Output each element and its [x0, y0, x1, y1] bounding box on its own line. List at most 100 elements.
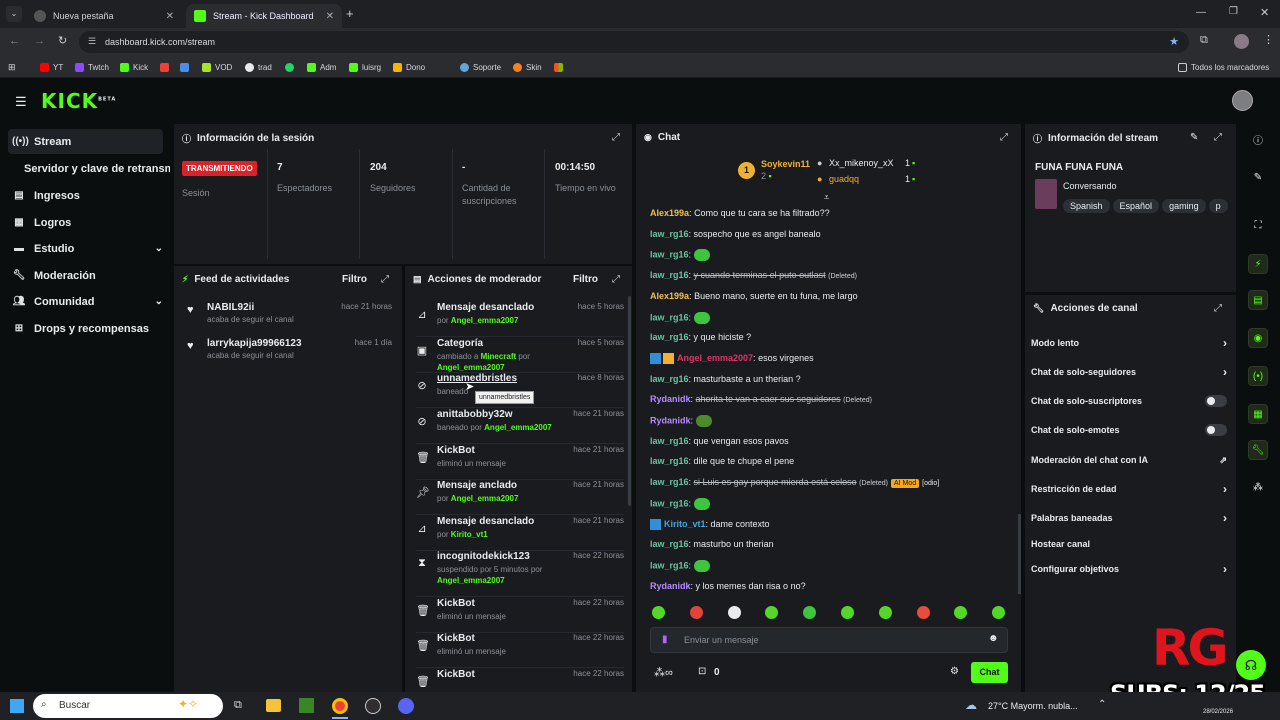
- mod-action-user[interactable]: Angel_emma2007: [437, 576, 505, 585]
- chat-username[interactable]: law_rg16: [650, 312, 689, 322]
- expand-icon[interactable]: ⤢: [1214, 303, 1222, 314]
- apps-icon[interactable]: ⊞: [8, 60, 16, 74]
- sidebar-item-stream[interactable]: ((•)) Stream: [8, 129, 163, 154]
- chat-send-button[interactable]: Chat: [971, 662, 1008, 683]
- task-view-icon[interactable]: ⧉: [234, 699, 242, 712]
- chat-username[interactable]: Kirito_vt1: [664, 519, 706, 529]
- mod-action-user[interactable]: Kirito_vt1: [451, 530, 488, 539]
- chat-username[interactable]: law_rg16: [650, 332, 689, 342]
- mod-action-title[interactable]: KickBot: [437, 445, 475, 456]
- minimize-button[interactable]: —: [1196, 7, 1206, 18]
- expand-icon[interactable]: ⤢: [612, 132, 620, 143]
- edit-icon[interactable]: ✎: [1190, 132, 1198, 143]
- tab-list-icon[interactable]: ⌄: [6, 6, 22, 22]
- broadcast-icon[interactable]: (•): [1248, 366, 1268, 386]
- menu-icon[interactable]: ⋮: [1263, 33, 1274, 46]
- user-avatar[interactable]: [1232, 90, 1253, 111]
- mod-action-title[interactable]: KickBot: [437, 633, 475, 644]
- document-icon[interactable]: ▤: [1248, 290, 1268, 310]
- leader-2[interactable]: ● Xx_mikenoy_xX 1: [817, 158, 917, 168]
- bookmark-whatsapp[interactable]: [285, 60, 298, 74]
- bookmark-luisrg[interactable]: luisrg: [349, 60, 381, 74]
- toggle-switch[interactable]: [1205, 395, 1227, 407]
- bookmark-dono[interactable]: Dono: [393, 60, 425, 74]
- bookmark-skin[interactable]: Skin: [513, 60, 542, 74]
- channel-action-item[interactable]: Chat de solo-seguidores ›: [1031, 365, 1227, 379]
- feed-filter-button[interactable]: Filtro: [342, 274, 367, 285]
- bookmark-adm[interactable]: Adm: [307, 60, 336, 74]
- wrench-icon[interactable]: 🔧︎: [1248, 440, 1268, 460]
- mod-action-title[interactable]: unnamedbristles: [437, 373, 517, 384]
- mod-action-title[interactable]: Mensaje desanclado: [437, 302, 534, 313]
- chat-username[interactable]: Alex199a: [650, 208, 689, 218]
- forward-icon[interactable]: →: [34, 35, 45, 47]
- channel-action-item[interactable]: Palabras baneadas ›: [1031, 511, 1227, 525]
- chat-username[interactable]: law_rg16: [650, 436, 689, 446]
- chat-username[interactable]: law_rg16: [650, 539, 689, 549]
- quick-emote-icon[interactable]: [727, 606, 741, 619]
- windows-start-icon[interactable]: [10, 699, 24, 713]
- channel-action-item[interactable]: Hostear canal: [1031, 539, 1227, 549]
- feed-user[interactable]: larrykapija99966123: [207, 338, 302, 349]
- chat-settings-icon[interactable]: ⚙: [950, 666, 959, 677]
- infinity-icon[interactable]: ⁂∞: [654, 666, 673, 679]
- bookmark-square[interactable]: [180, 60, 193, 74]
- minecraft-icon[interactable]: [299, 698, 314, 713]
- quick-emote-icon[interactable]: [841, 606, 854, 619]
- scrollbar[interactable]: [628, 296, 631, 506]
- tray-chevron-icon[interactable]: ⌃: [1098, 699, 1106, 710]
- sidebar-item-comunidad[interactable]: 👥︎ Comunidad ⌄: [8, 289, 163, 314]
- bolt-icon[interactable]: ⚡︎: [1248, 254, 1268, 274]
- chat-username[interactable]: Rydanidk: [650, 394, 691, 404]
- taskbar-search[interactable]: ⌕ Buscar ✦✧: [33, 694, 223, 718]
- chat-username[interactable]: Alex199a: [650, 291, 689, 301]
- collapse-leaders-icon[interactable]: ⩡: [824, 192, 829, 203]
- chat-username[interactable]: law_rg16: [650, 498, 689, 508]
- discord-icon[interactable]: [398, 698, 414, 714]
- mod-action-title[interactable]: incognitodekick123: [437, 551, 530, 562]
- sidebar-item-estudio[interactable]: ▬ Estudio ⌄: [8, 236, 163, 261]
- expand-icon[interactable]: ⤢: [381, 274, 389, 285]
- bookmark-windows[interactable]: [554, 60, 567, 74]
- sidebar-item-logros[interactable]: ▦ Logros: [8, 210, 163, 235]
- channel-action-item[interactable]: Restricción de edad ›: [1031, 482, 1227, 496]
- channel-action-item[interactable]: Moderación del chat con IA ⇗: [1031, 455, 1227, 465]
- star-icon[interactable]: ★: [1169, 35, 1179, 48]
- close-icon[interactable]: ✕: [166, 11, 174, 22]
- mod-action-title[interactable]: anittabobby32w: [437, 409, 513, 420]
- mod-action-user[interactable]: Angel_emma2007: [484, 423, 552, 432]
- mod-action-title[interactable]: Mensaje anclado: [437, 480, 517, 491]
- mod-action-user[interactable]: Angel_emma2007: [437, 363, 505, 372]
- expand-icon[interactable]: ⤢: [1000, 132, 1008, 143]
- leader-3[interactable]: ● guadqq 1: [817, 174, 917, 184]
- bookmark-kick[interactable]: Kick: [120, 60, 148, 74]
- bookmark-trad[interactable]: trad: [245, 60, 272, 74]
- restore-button[interactable]: ❐: [1229, 6, 1238, 17]
- bookmark-soporte[interactable]: Soporte: [460, 60, 501, 74]
- expand-icon[interactable]: ⤢: [1214, 132, 1222, 143]
- chat-username[interactable]: law_rg16: [650, 229, 689, 239]
- back-icon[interactable]: ←: [9, 35, 20, 47]
- chat-emote-icon[interactable]: [695, 415, 712, 427]
- chat-icon[interactable]: ◉: [1248, 328, 1268, 348]
- chat-emote-icon[interactable]: [693, 498, 710, 510]
- all-bookmarks[interactable]: Todos los marcadores: [1178, 60, 1269, 74]
- quick-emote-icon[interactable]: [689, 606, 703, 619]
- bookmark-twtch[interactable]: Twtch: [75, 60, 109, 74]
- chat-username[interactable]: law_rg16: [650, 270, 689, 280]
- extensions-icon[interactable]: ⧉: [1200, 34, 1208, 47]
- sidebar-item-ingresos[interactable]: ▤ Ingresos: [8, 183, 163, 208]
- url-input[interactable]: ☰ dashboard.kick.com/stream ★: [79, 31, 1189, 53]
- channel-action-item[interactable]: Chat de solo-suscriptores: [1031, 395, 1227, 407]
- mic-icon[interactable]: ▮: [662, 634, 668, 645]
- chat-username[interactable]: law_rg16: [650, 374, 689, 384]
- bookmark-gmail[interactable]: [160, 60, 173, 74]
- mod-action-user[interactable]: Angel_emma2007: [451, 494, 519, 503]
- new-tab-button[interactable]: +: [346, 6, 354, 21]
- chat-username[interactable]: law_rg16: [650, 249, 689, 259]
- weather-text[interactable]: 27°C Mayorm. nubla...: [988, 701, 1078, 711]
- close-icon[interactable]: ✕: [326, 11, 334, 22]
- support-chat-button[interactable]: ☊: [1236, 650, 1266, 680]
- emoji-icon[interactable]: ☻: [988, 633, 999, 644]
- chat-username[interactable]: law_rg16: [650, 456, 689, 466]
